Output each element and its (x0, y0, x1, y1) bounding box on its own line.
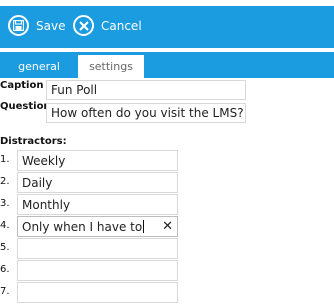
distractor-input-2[interactable]: Daily (17, 172, 178, 193)
cancel-button[interactable]: Cancel (73, 15, 142, 36)
distractor-row: 2. Daily (0, 172, 180, 193)
distractor-input-3[interactable]: Monthly (17, 194, 178, 215)
question-label: Question (0, 101, 51, 112)
distractor-row: 6. (0, 260, 180, 281)
distractor-number: 7. (0, 286, 10, 297)
distractor-number: 5. (0, 242, 10, 253)
distractor-row: 7. (0, 282, 180, 303)
save-button[interactable]: Save (8, 15, 65, 36)
toolbar: Save Cancel (0, 6, 334, 48)
text-caret (143, 220, 145, 233)
save-label: Save (36, 18, 66, 33)
distractor-row: 4. Only when I have to ✕ (0, 216, 180, 237)
distractor-number: 4. (0, 220, 10, 231)
distractor-number: 2. (0, 176, 10, 187)
distractor-number: 1. (0, 154, 10, 165)
clear-icon[interactable]: ✕ (162, 219, 173, 234)
distractor-input-4[interactable]: Only when I have to ✕ (17, 216, 178, 237)
tab-bar: general settings (0, 52, 334, 78)
tab-general[interactable]: general (0, 55, 78, 78)
distractor-row: 3. Monthly (0, 194, 180, 215)
caption-input[interactable]: Fun Poll (46, 80, 246, 100)
distractors-label: Distractors: (0, 136, 67, 147)
distractor-row: 1. Weekly (0, 150, 180, 171)
caption-label: Caption (0, 80, 44, 91)
distractor-input-5[interactable] (17, 238, 178, 259)
cancel-label: Cancel (101, 18, 142, 33)
save-icon (8, 15, 29, 36)
distractor-input-6[interactable] (17, 260, 178, 281)
distractor-number: 3. (0, 198, 10, 209)
tab-settings[interactable]: settings (78, 55, 144, 78)
question-input[interactable]: How often do you visit the LMS? (46, 103, 246, 123)
distractor-row: 5. (0, 238, 180, 259)
cancel-icon (73, 15, 94, 36)
distractor-input-4-text: Only when I have to (22, 219, 143, 234)
distractor-input-1[interactable]: Weekly (17, 150, 178, 171)
distractor-input-7[interactable] (17, 282, 178, 303)
distractor-number: 6. (0, 264, 10, 275)
